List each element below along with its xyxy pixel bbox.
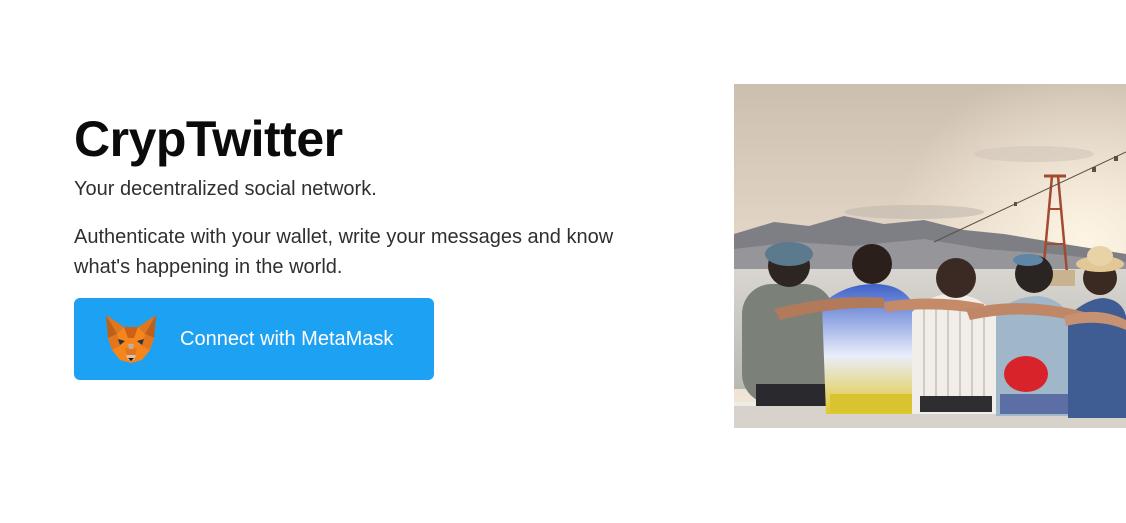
app-title: CrypTwitter: [74, 111, 343, 167]
metamask-fox-icon: [106, 315, 156, 363]
hero-photo: [734, 84, 1126, 428]
hero-section: CrypTwitter Your decentralized social ne…: [74, 108, 694, 380]
description: Authenticate with your wallet, write you…: [74, 226, 614, 278]
connect-button-label: Connect with MetaMask: [180, 327, 394, 350]
connect-metamask-button[interactable]: Connect with MetaMask: [74, 298, 434, 380]
tagline: Your decentralized social network.: [74, 178, 377, 200]
